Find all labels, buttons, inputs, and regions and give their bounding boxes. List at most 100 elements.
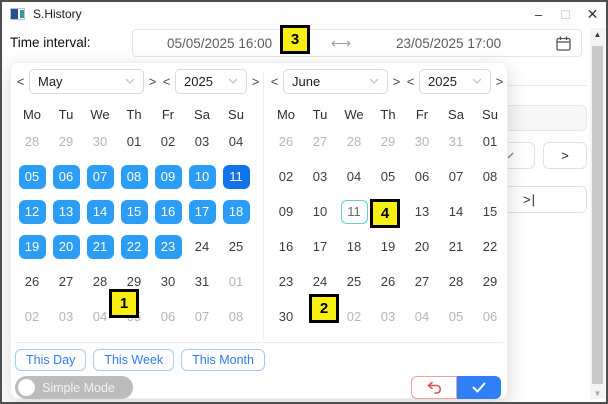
calendar-day-june-10[interactable]: 10 bbox=[303, 194, 337, 229]
calendar-day-may-24[interactable]: 24 bbox=[185, 229, 219, 264]
calendar-day-june-18[interactable]: 18 bbox=[337, 229, 371, 264]
prev-year-button[interactable]: < bbox=[405, 74, 416, 89]
background-next-button[interactable]: > bbox=[543, 142, 587, 169]
preset-this-day-button[interactable]: This Day bbox=[15, 349, 86, 371]
calendar-day-may-03[interactable]: 03 bbox=[49, 299, 83, 334]
scrollbar-thumb[interactable] bbox=[592, 46, 603, 384]
calendar-day-june-04[interactable]: 04 bbox=[337, 159, 371, 194]
calendar-day-june-25[interactable]: 25 bbox=[337, 264, 371, 299]
calendar-day-june-26[interactable]: 26 bbox=[371, 264, 405, 299]
calendar-day-may-22[interactable]: 22 bbox=[117, 229, 151, 264]
next-year-button[interactable]: > bbox=[494, 74, 505, 89]
calendar-day-june-28[interactable]: 28 bbox=[439, 264, 473, 299]
calendar-day-june-23[interactable]: 23 bbox=[269, 264, 303, 299]
calendar-day-june-27[interactable]: 27 bbox=[405, 264, 439, 299]
undo-button[interactable] bbox=[411, 376, 457, 399]
calendar-day-june-13[interactable]: 13 bbox=[405, 194, 439, 229]
calendar-day-may-08[interactable]: 08 bbox=[117, 159, 151, 194]
prev-year-button[interactable]: < bbox=[161, 74, 172, 89]
calendar-day-may-01[interactable]: 01 bbox=[219, 264, 253, 299]
calendar-day-may-02[interactable]: 02 bbox=[151, 124, 185, 159]
year-select[interactable]: 2025 bbox=[419, 69, 491, 94]
next-month-button[interactable]: > bbox=[147, 74, 158, 89]
calendar-day-may-07[interactable]: 07 bbox=[185, 299, 219, 334]
next-year-button[interactable]: > bbox=[250, 74, 261, 89]
end-datetime-value[interactable]: 23/05/2025 17:00 bbox=[396, 36, 501, 51]
calendar-day-june-09[interactable]: 09 bbox=[269, 194, 303, 229]
calendar-day-may-23[interactable]: 23 bbox=[151, 229, 185, 264]
calendar-day-june-30[interactable]: 30 bbox=[405, 124, 439, 159]
calendar-icon[interactable] bbox=[555, 35, 572, 57]
calendar-day-may-17[interactable]: 17 bbox=[185, 194, 219, 229]
background-text-field[interactable] bbox=[502, 105, 587, 131]
time-interval-field[interactable]: 05/05/2025 16:00 ⟷ 23/05/2025 17:00 bbox=[132, 29, 582, 57]
calendar-day-may-15[interactable]: 15 bbox=[117, 194, 151, 229]
calendar-day-june-07[interactable]: 07 bbox=[439, 159, 473, 194]
preset-this-week-button[interactable]: This Week bbox=[93, 349, 174, 371]
calendar-day-june-03[interactable]: 03 bbox=[371, 299, 405, 334]
calendar-day-june-02[interactable]: 02 bbox=[337, 299, 371, 334]
scroll-up-icon[interactable]: ▲ bbox=[590, 30, 605, 39]
scroll-down-icon[interactable]: ▼ bbox=[590, 389, 605, 398]
calendar-day-june-27[interactable]: 27 bbox=[303, 124, 337, 159]
calendar-day-june-16[interactable]: 16 bbox=[269, 229, 303, 264]
calendar-day-may-29[interactable]: 29 bbox=[49, 124, 83, 159]
preset-this-month-button[interactable]: This Month bbox=[181, 349, 265, 371]
calendar-day-june-30[interactable]: 30 bbox=[269, 299, 303, 334]
calendar-day-may-21[interactable]: 21 bbox=[83, 229, 117, 264]
calendar-day-june-22[interactable]: 22 bbox=[473, 229, 507, 264]
calendar-day-june-26[interactable]: 26 bbox=[269, 124, 303, 159]
calendar-day-june-05[interactable]: 05 bbox=[439, 299, 473, 334]
calendar-day-june-29[interactable]: 29 bbox=[473, 264, 507, 299]
calendar-day-june-21[interactable]: 21 bbox=[439, 229, 473, 264]
calendar-day-may-18[interactable]: 18 bbox=[219, 194, 253, 229]
calendar-day-june-02[interactable]: 02 bbox=[269, 159, 303, 194]
calendar-day-may-07[interactable]: 07 bbox=[83, 159, 117, 194]
calendar-day-may-08[interactable]: 08 bbox=[219, 299, 253, 334]
calendar-day-may-28[interactable]: 28 bbox=[15, 124, 49, 159]
calendar-day-may-20[interactable]: 20 bbox=[49, 229, 83, 264]
calendar-day-may-06[interactable]: 06 bbox=[49, 159, 83, 194]
calendar-day-may-19[interactable]: 19 bbox=[15, 229, 49, 264]
calendar-day-june-20[interactable]: 20 bbox=[405, 229, 439, 264]
start-datetime-value[interactable]: 05/05/2025 16:00 bbox=[167, 36, 272, 51]
next-month-button[interactable]: > bbox=[391, 74, 402, 89]
calendar-day-may-06[interactable]: 06 bbox=[151, 299, 185, 334]
calendar-day-may-11[interactable]: 11 bbox=[219, 159, 253, 194]
simple-mode-toggle[interactable]: Simple Mode bbox=[15, 376, 133, 399]
calendar-day-may-12[interactable]: 12 bbox=[15, 194, 49, 229]
prev-month-button[interactable]: < bbox=[15, 74, 26, 89]
calendar-day-may-30[interactable]: 30 bbox=[83, 124, 117, 159]
confirm-button[interactable] bbox=[457, 376, 501, 399]
calendar-day-may-05[interactable]: 05 bbox=[15, 159, 49, 194]
calendar-day-june-14[interactable]: 14 bbox=[439, 194, 473, 229]
calendar-day-june-11[interactable]: 11 bbox=[337, 194, 371, 229]
calendar-day-june-15[interactable]: 15 bbox=[473, 194, 507, 229]
calendar-day-may-26[interactable]: 26 bbox=[15, 264, 49, 299]
close-button[interactable]: ✕ bbox=[579, 3, 606, 25]
month-select[interactable]: May bbox=[29, 69, 144, 94]
calendar-day-may-14[interactable]: 14 bbox=[83, 194, 117, 229]
vertical-scrollbar[interactable]: ▲ ▼ bbox=[590, 28, 605, 399]
calendar-day-may-25[interactable]: 25 bbox=[219, 229, 253, 264]
calendar-day-may-30[interactable]: 30 bbox=[151, 264, 185, 299]
calendar-day-june-28[interactable]: 28 bbox=[337, 124, 371, 159]
calendar-day-may-13[interactable]: 13 bbox=[49, 194, 83, 229]
calendar-day-june-04[interactable]: 04 bbox=[405, 299, 439, 334]
calendar-day-june-19[interactable]: 19 bbox=[371, 229, 405, 264]
calendar-day-may-16[interactable]: 16 bbox=[151, 194, 185, 229]
minimize-button[interactable]: – bbox=[525, 3, 552, 25]
calendar-day-may-31[interactable]: 31 bbox=[185, 264, 219, 299]
calendar-day-may-04[interactable]: 04 bbox=[219, 124, 253, 159]
calendar-day-may-03[interactable]: 03 bbox=[185, 124, 219, 159]
prev-month-button[interactable]: < bbox=[269, 74, 280, 89]
calendar-day-may-10[interactable]: 10 bbox=[185, 159, 219, 194]
calendar-day-june-05[interactable]: 05 bbox=[371, 159, 405, 194]
calendar-day-may-02[interactable]: 02 bbox=[15, 299, 49, 334]
calendar-day-may-27[interactable]: 27 bbox=[49, 264, 83, 299]
year-select[interactable]: 2025 bbox=[175, 69, 247, 94]
calendar-day-june-03[interactable]: 03 bbox=[303, 159, 337, 194]
calendar-day-may-09[interactable]: 09 bbox=[151, 159, 185, 194]
month-select[interactable]: June bbox=[283, 69, 388, 94]
calendar-day-june-31[interactable]: 31 bbox=[439, 124, 473, 159]
